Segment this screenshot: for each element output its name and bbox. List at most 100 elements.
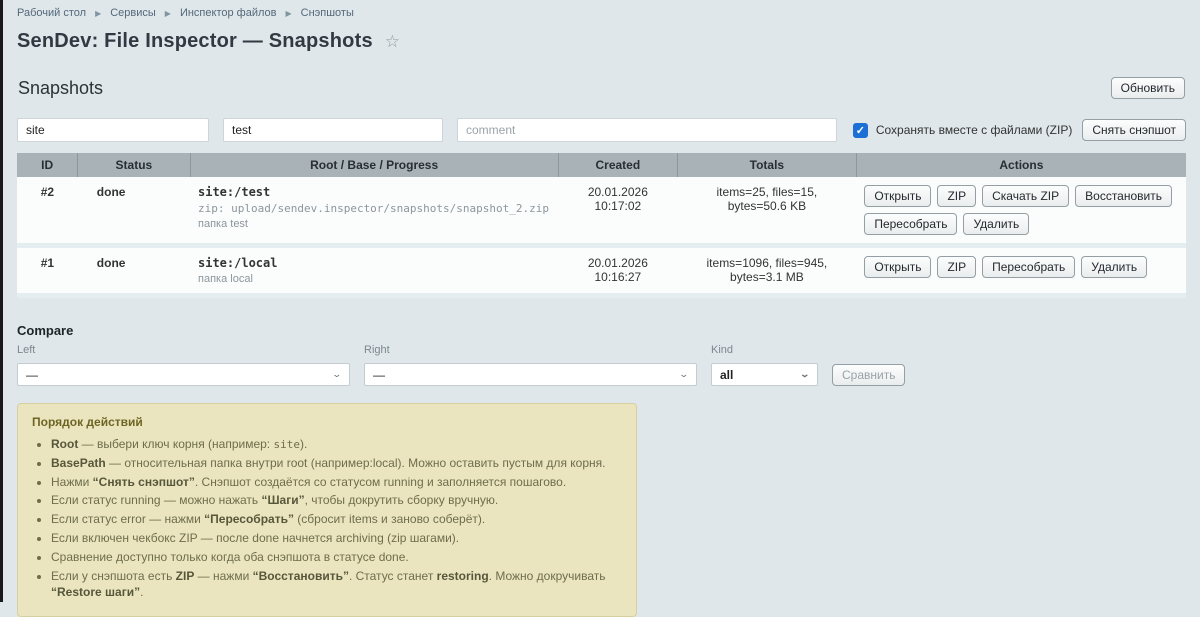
snapshots-table: IDStatusRoot / Base / ProgressCreatedTot… (17, 153, 1186, 298)
row-action-button[interactable]: Скачать ZIP (982, 185, 1069, 207)
chevron-down-icon: ⌄ (800, 369, 811, 380)
refresh-button[interactable]: Обновить (1111, 77, 1185, 99)
help-bold: “Снять снэпшот” (93, 475, 195, 489)
row-action-button[interactable]: ZIP (937, 185, 976, 207)
section-header: Snapshots Обновить (17, 77, 1186, 99)
snapshot-root-cell: site:/local папка local (190, 246, 558, 296)
table-row: #1donesite:/localпапка local20.01.2026 1… (17, 246, 1186, 296)
help-text: . Можно докручивать (489, 569, 606, 583)
breadcrumb: Рабочий стол ▶ Сервисы ▶ Инспектор файлов ▶ Сн… (17, 7, 1186, 19)
compare-left-field: Left — ⌄ (17, 344, 350, 386)
breadcrumb-item[interactable]: Сервисы (110, 7, 156, 19)
breadcrumb-separator-icon: ▶ (95, 9, 101, 18)
help-text: , чтобы докрутить сборку вручную. (305, 493, 499, 507)
root-input[interactable] (17, 118, 209, 142)
compare-left-select[interactable]: — ⌄ (17, 363, 350, 386)
favorite-star-icon[interactable]: ☆ (385, 33, 400, 50)
snapshot-comment: папка local (198, 273, 550, 285)
help-item: Если у снэпшота есть ZIP — нажми “Восста… (51, 569, 622, 601)
snapshot-id-cell: #2 (17, 177, 78, 246)
compare-right-label: Right (364, 344, 697, 356)
help-bold: Root (51, 437, 78, 451)
help-text: ). (300, 437, 307, 451)
compare-left-value: — (26, 368, 38, 382)
compare-kind-select[interactable]: all ⌄ (711, 363, 818, 386)
help-text: . Снэпшот создаётся со статусом running … (195, 475, 566, 489)
compare-button[interactable]: Сравнить (832, 364, 905, 386)
help-text: Если статус running — можно нажать (51, 493, 261, 507)
snapshot-root-path: site:/test (198, 185, 550, 199)
zip-checkbox[interactable]: ✓ (853, 123, 868, 138)
row-action-button[interactable]: Открыть (864, 185, 931, 207)
table-header-cell: Actions (856, 153, 1186, 177)
help-text: Нажми (51, 475, 93, 489)
snapshot-actions-cell: Открыть ZIP Пересобрать Удалить (856, 246, 1186, 296)
row-action-button[interactable]: Открыть (864, 256, 931, 278)
breadcrumb-item[interactable]: Рабочий стол (17, 7, 86, 19)
help-box: Порядок действий Root — выбери ключ корн… (17, 403, 637, 617)
row-action-button[interactable]: ZIP (937, 256, 976, 278)
actions-wrap: Открыть ZIP Скачать ZIP Восстановить Пересоб… (864, 185, 1178, 235)
breadcrumb-item[interactable]: Снэпшоты (301, 7, 354, 19)
help-item: Root — выбери ключ корня (например: site… (51, 437, 622, 453)
help-text: . (140, 585, 143, 599)
compare-right-select[interactable]: — ⌄ (364, 363, 697, 386)
compare-kind-value: all (720, 368, 733, 382)
compare-title: Compare (17, 323, 1186, 338)
table-row: #2donesite:/testzip: upload/sendev.inspe… (17, 177, 1186, 246)
help-bold: “Restore шаги” (51, 585, 140, 599)
snapshot-created-cell: 20.01.2026 10:16:27 (558, 246, 677, 296)
help-title: Порядок действий (32, 415, 622, 429)
help-bold: restoring (437, 569, 489, 583)
row-action-button[interactable]: Пересобрать (864, 213, 957, 235)
comment-input[interactable] (457, 118, 837, 142)
table-header-cell: Totals (677, 153, 856, 177)
help-list: Root — выбери ключ корня (например: site… (32, 437, 622, 600)
help-text: — выбери ключ корня (например: (78, 437, 273, 451)
compare-right-field: Right — ⌄ (364, 344, 697, 386)
help-text: — относительная папка внутри root (напри… (106, 456, 606, 470)
actions-wrap: Открыть ZIP Пересобрать Удалить (864, 256, 1178, 278)
compare-right-value: — (373, 368, 385, 382)
help-text: Сравнение доступно только когда оба снэп… (51, 550, 409, 564)
breadcrumb-separator-icon: ▶ (165, 9, 171, 18)
section-title: Snapshots (18, 78, 103, 99)
help-text: (сбросит items и заново соберёт). (294, 512, 485, 526)
chevron-down-icon: ⌄ (332, 369, 343, 380)
table-header-cell: ID (17, 153, 78, 177)
help-bold: BasePath (51, 456, 106, 470)
base-path-input[interactable] (223, 118, 443, 142)
take-snapshot-button[interactable]: Снять снэпшот (1082, 119, 1186, 141)
row-action-button[interactable]: Удалить (963, 213, 1029, 235)
help-item: Если статус error — нажми “Пересобрать” … (51, 512, 622, 528)
help-text: Если статус error — нажми (51, 512, 204, 526)
zip-checkbox-label[interactable]: ✓ Сохранять вместе с файлами (ZIP) (853, 123, 1073, 138)
compare-controls: Left — ⌄ Right — ⌄ Kind all ⌄ Сравнить (17, 344, 1186, 386)
page: Рабочий стол ▶ Сервисы ▶ Инспектор файлов ▶ Сн… (0, 0, 1200, 617)
help-item: Если статус running — можно нажать “Шаги… (51, 493, 622, 509)
table-header-cell: Created (558, 153, 677, 177)
help-text: Если включен чекбокс ZIP — после done на… (51, 531, 459, 545)
snapshot-comment: папка test (198, 218, 550, 230)
help-text: . Статус станет (349, 569, 437, 583)
row-action-button[interactable]: Пересобрать (982, 256, 1075, 278)
snapshot-form: ✓ Сохранять вместе с файлами (ZIP) Снять… (17, 118, 1186, 142)
help-bold: “Шаги” (261, 493, 304, 507)
help-code: site (273, 438, 300, 451)
snapshot-actions-cell: Открыть ZIP Скачать ZIP Восстановить Пересоб… (856, 177, 1186, 246)
breadcrumb-separator-icon: ▶ (285, 9, 291, 18)
row-action-button[interactable]: Удалить (1081, 256, 1147, 278)
table-header-cell: Root / Base / Progress (190, 153, 558, 177)
page-title: SenDev: File Inspector — Snapshots (17, 30, 373, 53)
help-item: Нажми “Снять снэпшот”. Снэпшот создаётся… (51, 475, 622, 491)
breadcrumb-item[interactable]: Инспектор файлов (180, 7, 277, 19)
chevron-down-icon: ⌄ (679, 369, 690, 380)
help-text: — нажми (194, 569, 252, 583)
help-bold: ZIP (176, 569, 195, 583)
row-action-button[interactable]: Восстановить (1075, 185, 1172, 207)
window-left-edge (0, 0, 3, 602)
help-bold: “Пересобрать” (204, 512, 294, 526)
snapshot-created-cell: 20.01.2026 10:17:02 (558, 177, 677, 246)
snapshot-root-path: site:/local (198, 256, 550, 270)
table-header-row: IDStatusRoot / Base / ProgressCreatedTot… (17, 153, 1186, 177)
